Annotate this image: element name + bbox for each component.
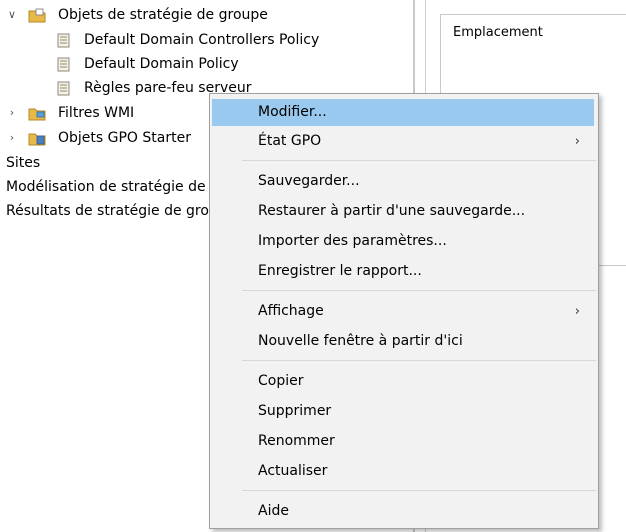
tree-item-modeling[interactable]: Modélisation de stratégie de [6,176,209,198]
menu-item-label: Supprimer [258,403,332,419]
chevron-right-icon[interactable]: › [6,127,18,149]
folder-icon [28,8,46,23]
tree-item-label: Résultats de stratégie de gro [6,203,209,219]
menu-item-label: Copier [258,373,304,389]
tree-item-default-domain-policy[interactable]: Default Domain Policy [0,53,300,75]
menu-item-new-window[interactable]: Nouvelle fenêtre à partir d'ici [212,328,594,355]
chevron-down-icon[interactable]: ∨ [6,4,18,26]
menu-separator [242,160,596,161]
tree-item-label: Objets de stratégie de groupe [58,7,268,23]
menu-item-label: Sauvegarder... [258,173,360,189]
tree-item-label: Sites [6,155,41,171]
menu-item-import[interactable]: Importer des paramètres... [212,228,594,255]
menu-separator [242,360,596,361]
menu-separator [242,290,596,291]
tree-item-gpo-container[interactable]: ∨ Objets de stratégie de groupe [0,4,300,26]
menu-item-save-report[interactable]: Enregistrer le rapport... [212,258,594,285]
tree-item-label: Filtres WMI [58,105,135,121]
clipped-text-fragment: ‾ [466,0,473,9]
tree-item-label: Objets GPO Starter [58,130,191,146]
chevron-right-icon[interactable]: › [6,102,18,124]
folder-icon [28,108,46,121]
menu-item-label: Renommer [258,433,335,449]
tree-item-label: Default Domain Controllers Policy [84,32,320,48]
menu-item-backup[interactable]: Sauvegarder... [212,168,594,195]
tree-item-label: Default Domain Policy [84,56,239,72]
location-column-header[interactable]: Emplacement [453,25,543,40]
menu-item-label: Modifier... [258,104,327,120]
menu-item-label: Affichage [258,303,324,319]
menu-item-restore[interactable]: Restaurer à partir d'une sauvegarde... [212,198,594,225]
menu-item-label: Enregistrer le rapport... [258,263,422,279]
menu-item-copy[interactable]: Copier [212,368,594,395]
menu-item-view[interactable]: Affichage › [212,298,594,325]
menu-item-label: Importer des paramètres... [258,233,447,249]
submenu-arrow-icon: › [574,304,580,319]
menu-item-label: Aide [258,503,289,519]
menu-item-rename[interactable]: Renommer [212,428,594,455]
folder-icon [28,133,46,146]
menu-item-label: Restaurer à partir d'une sauvegarde... [258,203,526,219]
menu-item-label: Actualiser [258,463,328,479]
menu-separator [242,490,596,491]
context-menu: Modifier... État GPO › Sauvegarder... Re… [209,93,599,529]
menu-item-label: Nouvelle fenêtre à partir d'ici [258,333,463,349]
menu-item-help[interactable]: Aide [212,498,594,525]
menu-item-gpo-status[interactable]: État GPO › [212,128,594,155]
gpo-scroll-icon [57,57,70,72]
menu-item-refresh[interactable]: Actualiser [212,458,594,485]
tree-item-default-domain-controllers-policy[interactable]: Default Domain Controllers Policy [0,29,360,51]
gpo-scroll-icon [57,33,70,48]
menu-item-delete[interactable]: Supprimer [212,398,594,425]
menu-item-edit[interactable]: Modifier... [212,99,594,126]
gpo-scroll-icon [57,81,70,96]
submenu-arrow-icon: › [574,134,580,149]
tree-item-results[interactable]: Résultats de stratégie de gro [6,200,209,222]
menu-item-label: État GPO [258,133,322,149]
tree-item-label: Modélisation de stratégie de [6,179,206,195]
